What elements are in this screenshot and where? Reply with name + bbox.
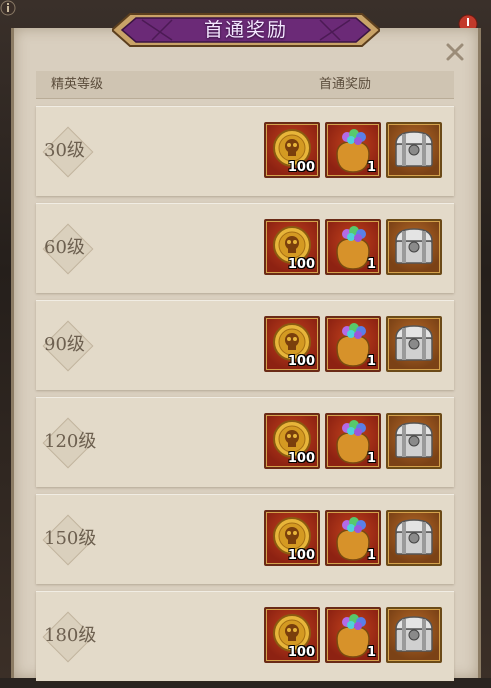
reward-quantity: 100 [287, 160, 315, 175]
reward-quantity: 100 [287, 257, 315, 272]
gem-bag-reward[interactable]: 1 [325, 316, 381, 372]
gem-bag-reward[interactable]: 1 [325, 413, 381, 469]
tier-level-label: 120级 [44, 431, 97, 452]
reward-quantity: 100 [287, 354, 315, 369]
title-banner: 首通奖励 [112, 8, 380, 52]
tier-level-label: 60级 [44, 237, 85, 258]
silver-chest-reward[interactable] [386, 316, 442, 372]
gold-skull-coin-reward[interactable]: 100 [264, 413, 320, 469]
gold-skull-coin-reward[interactable]: 100 [264, 607, 320, 663]
reward-quantity: 1 [366, 645, 376, 660]
gold-skull-coin-reward[interactable]: 100 [264, 122, 320, 178]
reward-quantity: 1 [366, 354, 376, 369]
tier-row: 120级 100 1 [36, 397, 454, 487]
tier-row: 150级 100 1 [36, 494, 454, 584]
gem-bag-reward[interactable]: 1 [325, 607, 381, 663]
silver-chest-reward[interactable] [386, 122, 442, 178]
tier-row: 90级 100 1 [36, 300, 454, 390]
tier-row: 30级 100 1 [36, 106, 454, 196]
silver-chest-reward[interactable] [386, 413, 442, 469]
gem-bag-reward[interactable]: 1 [325, 122, 381, 178]
tier-list[interactable]: 30级 100 1 60级 100 1 90级 100 1 120级 100 1 150级 100 1 180… [36, 106, 454, 688]
tier-row: 180级 100 1 [36, 591, 454, 681]
reward-quantity: 100 [287, 645, 315, 660]
reward-quantity: 100 [287, 451, 315, 466]
silver-chest-reward[interactable] [386, 219, 442, 275]
tier-level-label: 180级 [44, 625, 97, 646]
tier-row: 60级 100 1 [36, 203, 454, 293]
gem-bag-reward[interactable]: 1 [325, 219, 381, 275]
dialog-title: 首通奖励 [203, 19, 288, 41]
close-icon[interactable] [443, 40, 467, 64]
tier-level-label: 150级 [44, 528, 97, 549]
reward-quantity: 1 [366, 548, 376, 563]
reward-quantity: 1 [366, 160, 376, 175]
gold-skull-coin-reward[interactable]: 100 [264, 316, 320, 372]
gold-skull-coin-reward[interactable]: 100 [264, 510, 320, 566]
table-header: 精英等级 首通奖励 [36, 71, 454, 99]
silver-chest-reward[interactable] [386, 510, 442, 566]
tier-level-label: 30级 [44, 140, 85, 161]
silver-chest-reward[interactable] [386, 607, 442, 663]
info-icon[interactable] [0, 0, 16, 16]
column-header-level: 精英等级 [51, 77, 104, 92]
reward-quantity: 100 [287, 548, 315, 563]
gold-skull-coin-reward[interactable]: 100 [264, 219, 320, 275]
reward-quantity: 1 [366, 451, 376, 466]
column-header-reward: 首通奖励 [319, 77, 372, 92]
gem-bag-reward[interactable]: 1 [325, 510, 381, 566]
tier-level-label: 90级 [44, 334, 85, 355]
reward-quantity: 1 [366, 257, 376, 272]
